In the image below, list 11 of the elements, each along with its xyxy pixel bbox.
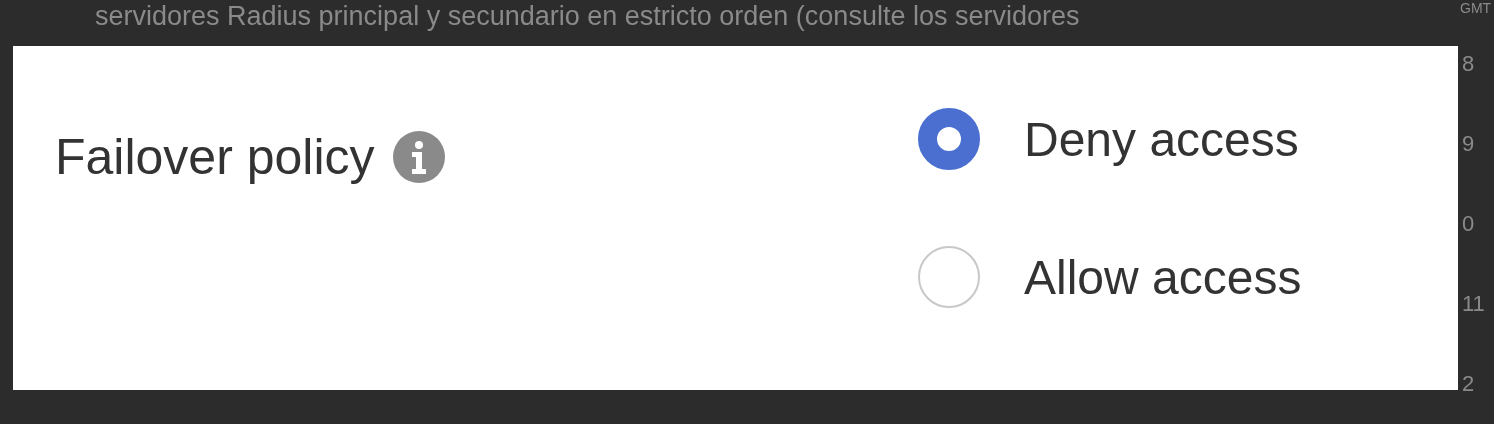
field-label: Failover policy: [55, 128, 375, 186]
table-cell-text: 0: [1461, 211, 1476, 237]
background-text: servidores Radius principal y secundario en estricto orden (consulte los servidores: [94, 1, 1081, 32]
table-cell-text: 2: [1461, 371, 1476, 397]
table-cell-text: 9: [1461, 131, 1476, 157]
table-cell-text: 11: [1461, 291, 1486, 317]
info-icon[interactable]: [392, 131, 445, 183]
option-label[interactable]: Allow access: [1024, 249, 1302, 305]
column-header: GMT: [1459, 0, 1493, 18]
option-label[interactable]: Deny access: [1024, 111, 1299, 167]
table-cell-text: 8: [1461, 51, 1476, 77]
